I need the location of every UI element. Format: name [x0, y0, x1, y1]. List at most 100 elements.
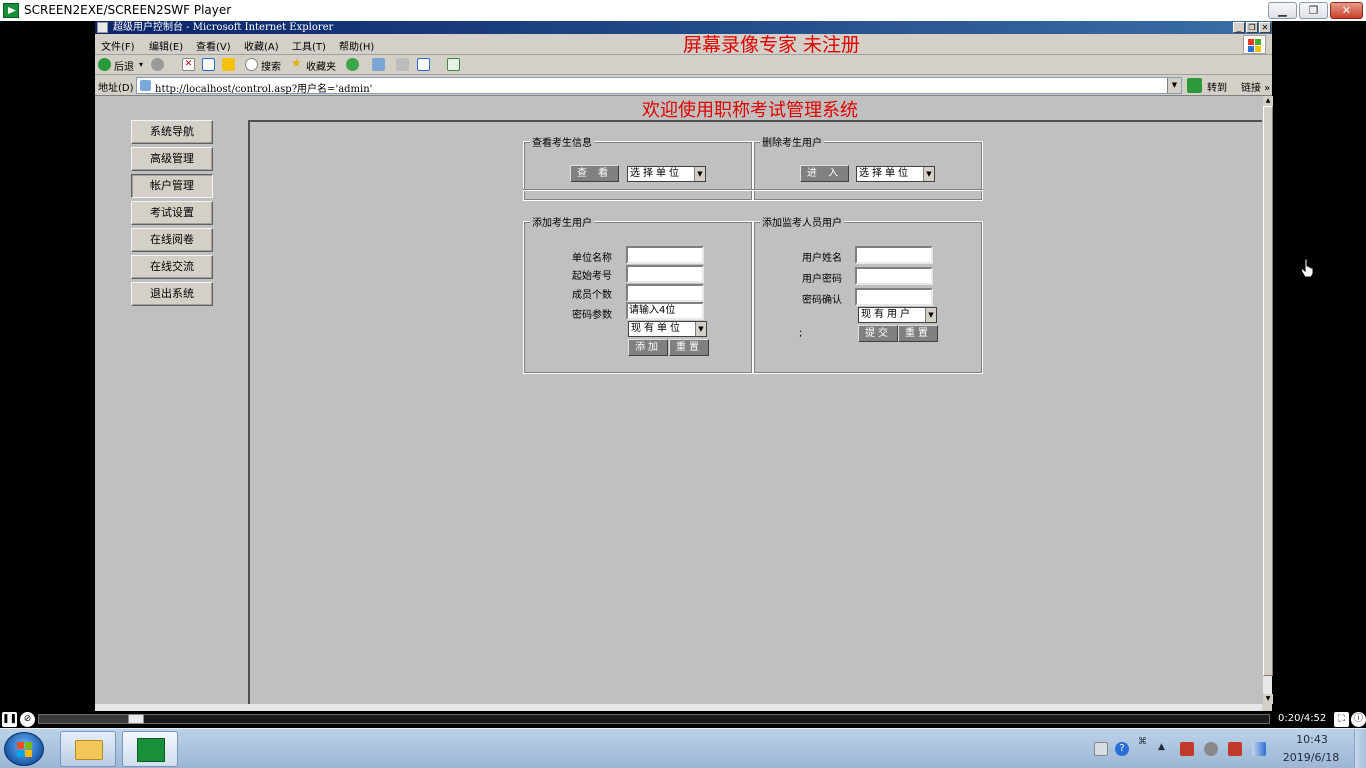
unit-name-input[interactable]: [626, 246, 704, 264]
existing-unit-select-value: 现有单位: [631, 323, 683, 334]
user-password-label: 用户密码: [802, 274, 842, 285]
start-button[interactable]: [4, 732, 44, 766]
player-taskbar-button[interactable]: [122, 731, 178, 767]
menu-edit[interactable]: 编辑(E): [149, 38, 183, 53]
user-name-input[interactable]: [855, 246, 933, 264]
menu-tools[interactable]: 工具(T): [292, 38, 326, 53]
member-count-input[interactable]: [626, 284, 704, 302]
scroll-down-icon[interactable]: ▼: [1263, 694, 1273, 704]
menu-file[interactable]: 文件(F): [101, 38, 135, 53]
clock-time[interactable]: 10:43: [1282, 733, 1342, 746]
home-icon[interactable]: [222, 58, 235, 71]
start-number-input[interactable]: [626, 265, 704, 283]
confirm-password-input[interactable]: [855, 288, 933, 306]
mail-icon[interactable]: [372, 58, 385, 71]
user-password-input[interactable]: [855, 267, 933, 285]
nav-online-grading[interactable]: 在线阅卷: [131, 228, 213, 252]
forward-icon[interactable]: [151, 58, 164, 71]
menu-help[interactable]: 帮助(H): [339, 38, 374, 53]
ie-title: 超级用户控制台 - Microsoft Internet Explorer: [113, 22, 334, 33]
fullscreen-icon[interactable]: ⛶: [1334, 712, 1349, 727]
nav-exit-system[interactable]: 退出系统: [131, 282, 213, 306]
add-reset-button[interactable]: 重置: [669, 339, 709, 356]
show-hidden-icons[interactable]: ▲: [1158, 742, 1172, 756]
horizontal-scrollbar[interactable]: [95, 704, 1262, 711]
delete-examinee-panel: 删除考生用户 进 入 选择单位 ▼: [753, 134, 983, 201]
back-dropdown-icon[interactable]: ▾: [139, 60, 143, 69]
clock-date[interactable]: 2019/6/18: [1280, 751, 1342, 764]
help-icon[interactable]: ?: [1115, 742, 1129, 756]
delete-unit-select[interactable]: 选择单位 ▼: [856, 166, 935, 182]
keyboard-icon[interactable]: [1094, 742, 1108, 756]
add-button[interactable]: 添加: [628, 339, 668, 356]
submit-button[interactable]: 提交: [858, 325, 898, 342]
action-center-icon[interactable]: [1180, 742, 1194, 756]
explorer-taskbar-button[interactable]: [60, 731, 116, 767]
history-icon[interactable]: [346, 58, 359, 71]
language-icon[interactable]: ⌘: [1138, 737, 1152, 751]
member-count-label: 成员个数: [572, 290, 612, 301]
info-icon[interactable]: ⓘ: [1351, 712, 1366, 727]
add-examinee-legend: 添加考生用户: [530, 214, 594, 229]
chevron-down-icon: ▼: [695, 322, 706, 336]
links-button[interactable]: 链接 »: [1241, 79, 1270, 94]
nav-exam-settings[interactable]: 考试设置: [131, 201, 213, 225]
page-title: 欢迎使用职称考试管理系统: [642, 100, 858, 121]
volume-muted-icon[interactable]: [1204, 742, 1218, 756]
network-error-icon[interactable]: [1228, 742, 1242, 756]
signal-icon[interactable]: [1252, 742, 1266, 756]
address-text: http://localhost/control.asp?用户名='admin': [155, 84, 373, 95]
progress-thumb[interactable]: [128, 714, 144, 724]
menu-favorites[interactable]: 收藏(A): [244, 38, 279, 53]
main-frame: [248, 120, 1262, 704]
favorites-icon[interactable]: ★: [291, 56, 302, 70]
messenger-icon[interactable]: [447, 58, 460, 71]
back-icon[interactable]: [98, 58, 111, 71]
go-icon[interactable]: [1187, 78, 1202, 93]
show-desktop-button[interactable]: [1354, 729, 1366, 768]
maximize-button[interactable]: ❐: [1299, 2, 1328, 19]
search-icon[interactable]: [245, 58, 258, 71]
print-icon[interactable]: [396, 58, 409, 71]
hand-cursor-icon: [1300, 258, 1314, 278]
stop-icon[interactable]: ✕: [182, 58, 195, 71]
settings-icon[interactable]: ⊘: [20, 712, 35, 727]
favorites-button[interactable]: 收藏夹: [306, 58, 336, 73]
nav-account-management[interactable]: 帐户管理: [131, 174, 213, 198]
watermark-banner: 屏幕录像专家 未注册: [683, 34, 861, 56]
vertical-scrollbar[interactable]: ▲ ▼: [1262, 96, 1273, 704]
view-button[interactable]: 查 看: [570, 165, 619, 182]
add-proctor-legend: 添加监考人员用户: [760, 214, 844, 229]
existing-user-select-value: 现有用户: [861, 309, 913, 320]
existing-user-select[interactable]: 现有用户 ▼: [858, 307, 937, 323]
unit-name-label: 单位名称: [572, 253, 612, 264]
scroll-up-icon[interactable]: ▲: [1263, 96, 1273, 106]
ie-title-icon: [97, 22, 108, 33]
nav-advanced-management[interactable]: 高级管理: [131, 147, 213, 171]
nav-online-chat[interactable]: 在线交流: [131, 255, 213, 279]
proctor-reset-button[interactable]: 重置: [898, 325, 938, 342]
address-input[interactable]: http://localhost/control.asp?用户名='admin'…: [136, 77, 1182, 95]
ie-close-button[interactable]: ✕: [1259, 22, 1271, 33]
minimize-button[interactable]: ▁: [1268, 2, 1297, 19]
address-dropdown-icon[interactable]: ▼: [1167, 78, 1181, 93]
existing-unit-select[interactable]: 现有单位 ▼: [628, 321, 707, 337]
password-param-input[interactable]: 请输入4位: [626, 302, 704, 320]
enter-button[interactable]: 进 入: [800, 165, 849, 182]
close-button[interactable]: ✕: [1330, 2, 1363, 19]
pause-icon[interactable]: ❚❚: [2, 712, 17, 727]
refresh-icon[interactable]: [202, 58, 215, 71]
progress-bar[interactable]: [38, 714, 1270, 724]
view-examinee-panel: 查看考生信息 查 看 选择单位 ▼: [523, 134, 753, 201]
nav-system-guide[interactable]: 系统导航: [131, 120, 213, 144]
scroll-thumb[interactable]: [1263, 106, 1273, 676]
back-button[interactable]: 后退: [114, 58, 134, 73]
ie-restore-button[interactable]: ❐: [1246, 22, 1258, 33]
view-unit-select[interactable]: 选择单位 ▼: [627, 166, 706, 182]
edit-icon[interactable]: [417, 58, 430, 71]
delete-examinee-legend: 删除考生用户: [760, 134, 824, 149]
menu-view[interactable]: 查看(V): [196, 38, 231, 53]
go-button[interactable]: 转到: [1207, 79, 1227, 94]
search-button[interactable]: 搜索: [261, 58, 281, 73]
ie-minimize-button[interactable]: _: [1233, 22, 1245, 33]
